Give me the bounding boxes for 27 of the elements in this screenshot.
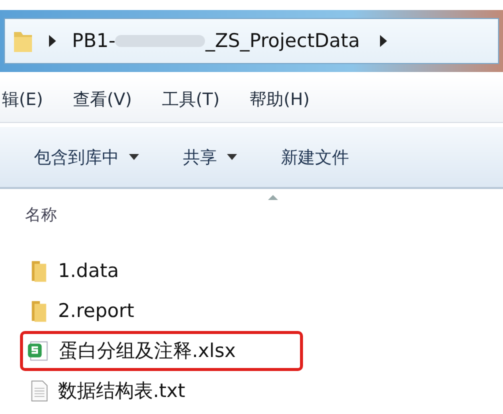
menu-item[interactable]: 工具(T) [162, 88, 220, 110]
file-name: 蛋白分组及注释.xlsx [59, 339, 236, 364]
file-name: 2.report [58, 300, 134, 322]
text-file-icon [30, 380, 48, 402]
menu-item[interactable]: 查看(V) [73, 88, 132, 110]
path-text: _ZS_ProjectData [205, 30, 360, 52]
file-name: 1.data [58, 260, 119, 282]
spreadsheet-icon [27, 340, 49, 362]
folder-icon [30, 259, 48, 283]
file-row[interactable]: 2.report [20, 291, 303, 331]
toolbar-button[interactable]: 共享 [179, 142, 241, 172]
chevron-icon [49, 35, 56, 47]
path-text: PB1- [72, 30, 116, 52]
file-row[interactable]: 数据结构表.txt [20, 371, 303, 411]
sort-icon [268, 195, 278, 200]
file-row[interactable]: 1.data [20, 251, 303, 291]
chevron-icon [380, 35, 387, 47]
column-header[interactable]: 名称 [25, 204, 57, 226]
toolbar-button[interactable]: 包含到库中 [30, 142, 143, 172]
folder-icon [30, 299, 48, 323]
menu-item[interactable]: 辑(E) [2, 88, 44, 110]
file-name: 数据结构表.txt [58, 379, 186, 404]
address-field[interactable]: PB1- _ZS_ProjectData [4, 18, 499, 64]
toolbar-button[interactable]: 新建文件 [277, 142, 353, 172]
menu-item[interactable]: 帮助(H) [250, 88, 310, 110]
folder-icon [13, 29, 33, 53]
file-row[interactable]: 蛋白分组及注释.xlsx [20, 331, 303, 371]
